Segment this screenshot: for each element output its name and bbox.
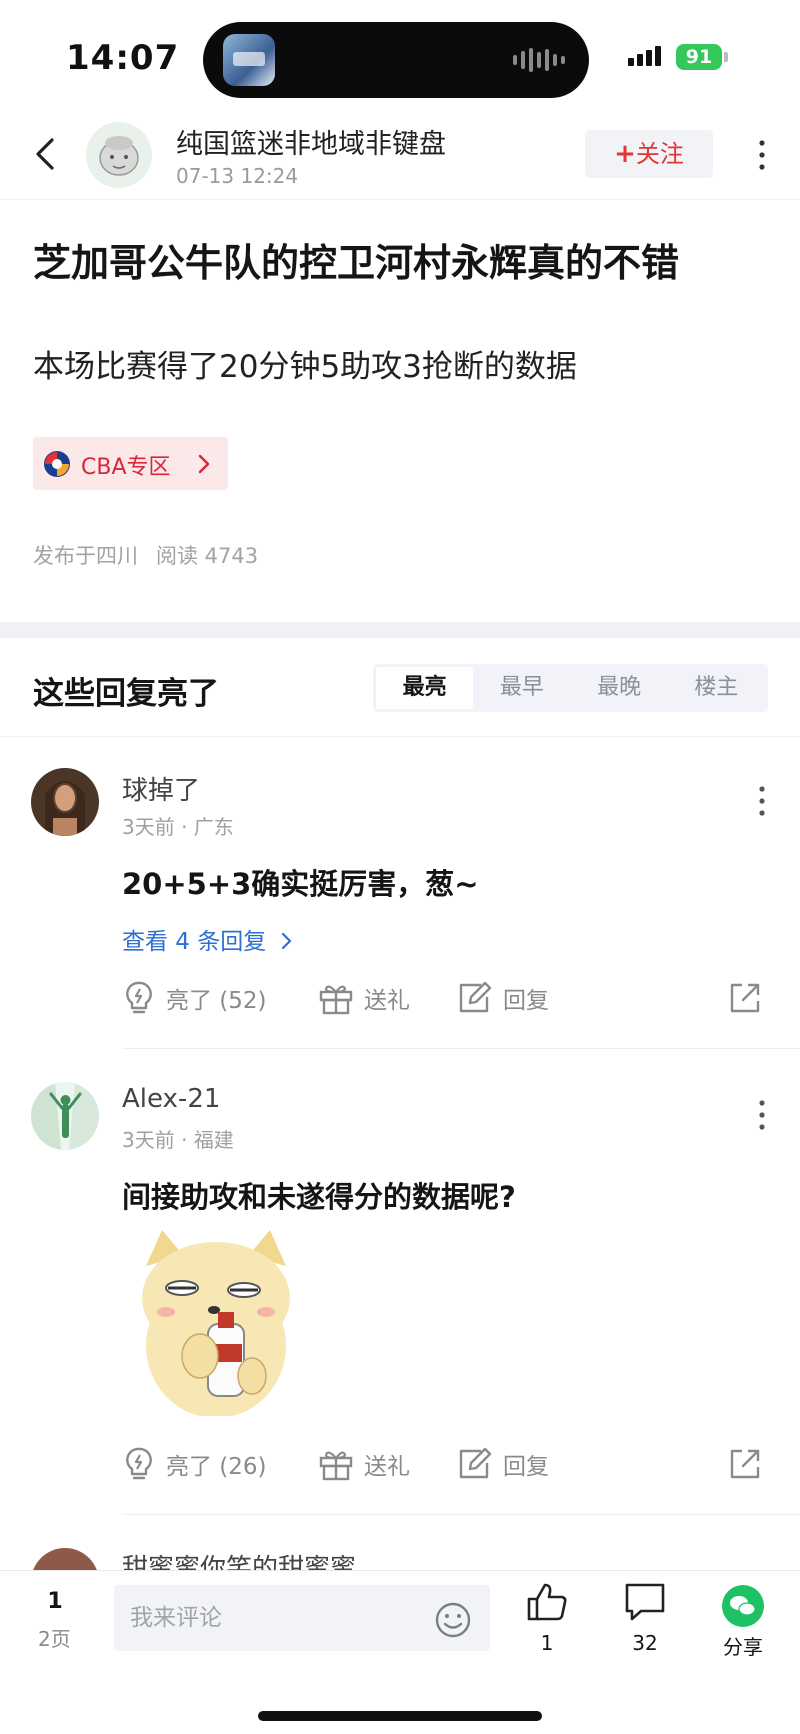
comment-input[interactable]	[130, 1585, 420, 1651]
comment-divider	[122, 1048, 800, 1049]
lightbulb-icon	[126, 1447, 152, 1480]
thumb-up-icon	[527, 1583, 567, 1621]
like-button[interactable]: 亮了 (26)	[122, 1442, 267, 1486]
replies-divider	[0, 736, 800, 737]
user-photo-icon	[31, 1082, 99, 1150]
comment-meta: 3天前 · 福建	[122, 1128, 234, 1152]
comment-text: 间接助攻和未遂得分的数据呢?	[122, 1180, 516, 1214]
comment-icon	[625, 1583, 665, 1621]
signal-icon	[628, 46, 661, 66]
sort-tabs: 最亮 最早 最晚 楼主	[373, 664, 768, 712]
article-title: 芝加哥公牛队的控卫河村永辉真的不错	[33, 241, 680, 285]
share-out-icon[interactable]	[728, 1442, 762, 1486]
lightbulb-icon	[126, 981, 152, 1014]
chevron-right-icon	[281, 932, 291, 950]
page-current[interactable]: 1	[40, 1589, 70, 1614]
comment-input-box[interactable]	[114, 1585, 490, 1651]
gift-button[interactable]: 送礼	[318, 976, 410, 1020]
bottom-bar: 1 2页 1 32 分享	[0, 1570, 800, 1734]
status-bar: 14:07 91	[0, 0, 800, 110]
post-time: 07-13 12:24	[176, 164, 299, 188]
replies-title: 这些回复亮了	[33, 676, 219, 712]
read-count: 阅读 4743	[156, 544, 259, 568]
user-photo-icon	[31, 768, 99, 836]
author-avatar[interactable]	[86, 122, 152, 188]
edit-icon	[459, 981, 492, 1013]
section-divider	[0, 622, 800, 638]
comment-divider	[122, 1514, 800, 1515]
comment-actions: 亮了 (52) 送礼 回复	[122, 976, 772, 1020]
reply-label: 回复	[503, 988, 549, 1014]
tag-label: CBA专区	[81, 455, 171, 480]
post-header: 纯国篮迷非地域非键盘 07-13 12:24 +关注	[0, 110, 800, 200]
sticker-image[interactable]	[122, 1226, 310, 1416]
post-location: 发布于四川	[33, 544, 138, 568]
follow-button[interactable]: +关注	[585, 130, 713, 178]
dynamic-island	[203, 22, 589, 98]
article-meta: 发布于四川 阅读 4743	[33, 540, 258, 570]
tab-earliest[interactable]: 最早	[473, 667, 570, 709]
tab-latest[interactable]: 最晚	[571, 667, 668, 709]
more-icon[interactable]	[752, 1098, 772, 1132]
comment-author[interactable]: 球掉了	[122, 770, 200, 807]
more-icon[interactable]	[752, 784, 772, 818]
status-time: 14:07	[66, 38, 180, 78]
home-indicator	[258, 1711, 542, 1721]
like-count: 1	[540, 1631, 554, 1655]
avatar[interactable]	[31, 1082, 99, 1150]
reply-button[interactable]: 回复	[457, 1442, 549, 1486]
tab-op-only[interactable]: 楼主	[668, 667, 765, 709]
share-label: 分享	[723, 1635, 763, 1659]
battery-indicator: 91	[676, 44, 722, 70]
chevron-right-icon	[198, 454, 210, 474]
now-playing-app-icon	[223, 34, 275, 86]
article-body: 本场比赛得了20分钟5助攻3抢断的数据	[33, 349, 577, 385]
more-icon[interactable]	[752, 138, 772, 172]
follow-plus: +	[614, 139, 636, 169]
comments-button[interactable]: 32	[610, 1581, 680, 1655]
like-label: 亮了 (26)	[166, 1454, 267, 1480]
page-total[interactable]: 2页	[38, 1623, 71, 1652]
share-out-icon[interactable]	[728, 976, 762, 1020]
comment-author[interactable]: Alex-21	[122, 1084, 220, 1114]
gift-button[interactable]: 送礼	[318, 1442, 410, 1486]
comment-count: 32	[632, 1631, 658, 1655]
edit-icon	[459, 1447, 492, 1479]
gift-label: 送礼	[364, 1454, 410, 1480]
battery-tip	[724, 52, 728, 62]
reply-label: 回复	[503, 1454, 549, 1480]
like-button[interactable]: 亮了 (52)	[122, 976, 267, 1020]
emoji-icon[interactable]	[434, 1601, 472, 1639]
view-replies-label: 查看 4 条回复	[122, 929, 267, 955]
comment-actions: 亮了 (26) 送礼 回复	[122, 1442, 772, 1486]
audio-wave-icon	[513, 48, 565, 72]
author-name[interactable]: 纯国篮迷非地域非键盘	[176, 122, 446, 161]
avatar[interactable]	[31, 768, 99, 836]
gift-icon	[319, 985, 353, 1015]
cba-logo-icon	[44, 451, 70, 477]
comment-meta: 3天前 · 广东	[122, 815, 234, 839]
cba-section-tag[interactable]: CBA专区	[33, 437, 228, 490]
share-button[interactable]: 分享	[708, 1581, 778, 1660]
back-icon[interactable]	[30, 134, 64, 174]
like-post-button[interactable]: 1	[512, 1581, 582, 1655]
tab-brightest[interactable]: 最亮	[376, 667, 474, 709]
gift-label: 送礼	[364, 988, 410, 1014]
like-label: 亮了 (52)	[166, 988, 267, 1014]
cartoon-face-icon	[86, 122, 152, 188]
comment-text: 20+5+3确实挺厉害，葱~	[122, 867, 479, 901]
reply-button[interactable]: 回复	[457, 976, 549, 1020]
follow-label: 关注	[635, 140, 684, 168]
wechat-icon	[722, 1585, 764, 1627]
gift-icon	[319, 1451, 353, 1481]
view-replies-link[interactable]: 查看 4 条回复	[122, 922, 294, 956]
